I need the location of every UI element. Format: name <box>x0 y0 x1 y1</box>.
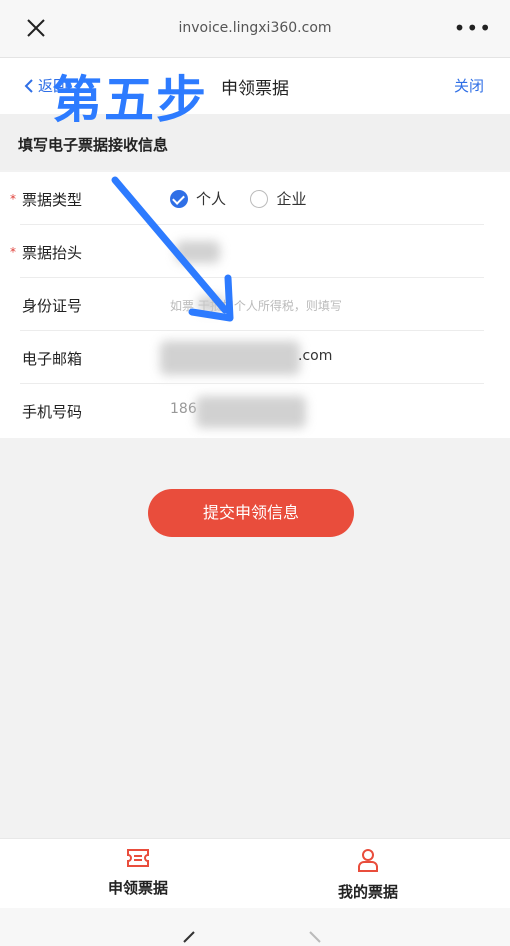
chevron-left-icon[interactable] <box>182 930 196 944</box>
url-text: invoice.lingxi360.com <box>178 20 332 36</box>
more-icon[interactable]: ••• <box>454 16 492 40</box>
row-invoice-header[interactable]: * 票据抬头 <box>0 225 510 278</box>
submit-button[interactable]: 提交申领信息 <box>148 489 354 537</box>
option-company[interactable]: 企业 <box>276 188 306 209</box>
phone-label: 手机号码 <box>22 403 83 421</box>
browser-bar: invoice.lingxi360.com ••• <box>0 0 510 58</box>
invoice-type-radio-group: 个人 企业 <box>170 188 326 209</box>
tab-bar: 申领票据 我的票据 <box>0 838 510 908</box>
required-mark: * <box>10 192 16 206</box>
id-number-label: 身份证号 <box>22 297 83 315</box>
radio-checked-icon[interactable] <box>170 189 188 208</box>
redacted-value <box>160 341 300 375</box>
invoice-type-label: 票据类型 <box>22 191 83 209</box>
invoice-header-label: 票据抬头 <box>22 244 83 262</box>
option-personal[interactable]: 个人 <box>196 188 226 209</box>
phone-value[interactable]: 186 <box>170 401 197 417</box>
tab-apply-label: 申领票据 <box>107 879 168 897</box>
chevron-right-icon[interactable] <box>308 930 322 944</box>
required-mark: * <box>10 245 16 259</box>
email-label: 电子邮箱 <box>22 350 83 368</box>
tab-apply[interactable]: 申领票据 <box>68 847 208 898</box>
redacted-value <box>196 396 306 428</box>
invoice-form: * 票据类型 个人 企业 * 票据抬头 身份证号 如票 于抵扣个人所得税，则填写… <box>0 172 510 438</box>
step-annotation: 第五步 <box>52 71 208 129</box>
user-icon <box>358 849 378 872</box>
redacted-value <box>176 241 220 263</box>
row-invoice-type: * 票据类型 个人 企业 <box>0 172 510 225</box>
row-phone[interactable]: 手机号码 186 <box>0 384 510 437</box>
close-button[interactable]: 关闭 <box>454 75 484 96</box>
radio-empty-icon[interactable] <box>250 189 269 208</box>
ticket-icon <box>127 849 149 867</box>
tab-my-invoices[interactable]: 我的票据 <box>298 847 438 902</box>
row-id-number[interactable]: 身份证号 如票 于抵扣个人所得税，则填写 <box>0 278 510 331</box>
id-number-input[interactable]: 如票 于抵扣个人所得税，则填写 <box>170 297 342 314</box>
redacted-value <box>198 296 224 312</box>
tab-my-invoices-label: 我的票据 <box>337 883 398 901</box>
section-title: 填写电子票据接收信息 <box>18 136 169 154</box>
browser-bottom-nav <box>0 908 510 946</box>
email-value[interactable]: .com <box>298 348 332 364</box>
row-email[interactable]: 电子邮箱 .com <box>0 331 510 384</box>
